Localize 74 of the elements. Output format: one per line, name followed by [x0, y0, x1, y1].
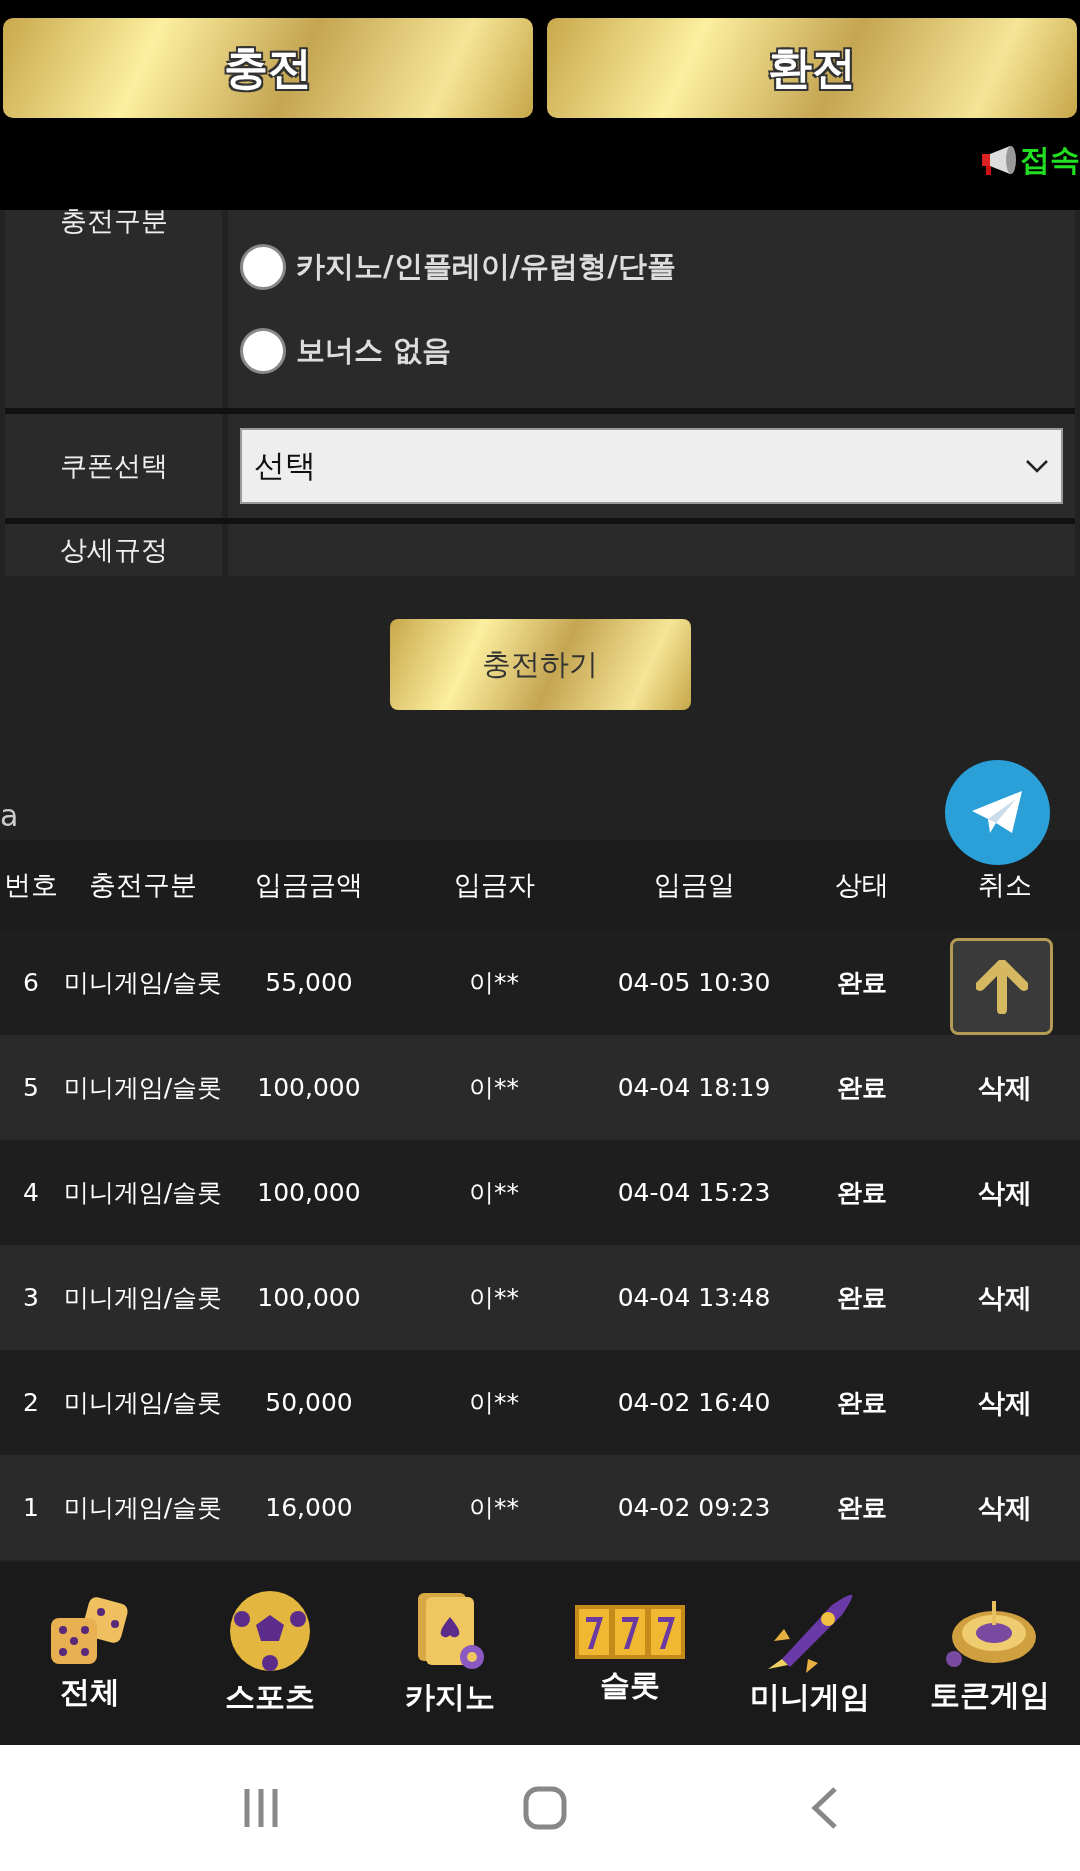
radio-circle[interactable]: [240, 244, 286, 290]
chevron-down-icon: [1025, 459, 1049, 473]
column-header: 번호: [3, 868, 59, 902]
arrow-up-icon: [975, 959, 1028, 1014]
soccer-ball-icon: [228, 1589, 312, 1673]
table-cell-text: 5: [22, 1073, 40, 1102]
field-label: 상세규정: [59, 533, 168, 567]
radio-option[interactable]: 카지노/인플레이/유럽형/단폴: [240, 244, 1063, 290]
table-cell-text: 이**: [468, 967, 520, 999]
nav-item[interactable]: 미니게임: [720, 1589, 900, 1718]
table-cell-text: 완료: [835, 1282, 888, 1314]
back-icon[interactable]: [809, 1786, 839, 1830]
table-cell-text: 이**: [468, 1492, 520, 1524]
table-cell-text: 이**: [468, 1282, 520, 1314]
table-cell-text: 04-04 18:19: [616, 1073, 772, 1102]
table-cell-text: 100,000: [256, 1283, 362, 1312]
nav-item[interactable]: 전체: [0, 1594, 180, 1713]
notice-text: 접속: [1020, 140, 1080, 179]
field-label: 쿠폰선택: [59, 449, 168, 483]
table-cell-text: 04-05 10:30: [616, 968, 772, 997]
table-cell-text: 04-04 13:48: [616, 1283, 772, 1312]
table-cell-text: 04-02 16:40: [616, 1388, 772, 1417]
table-cell-text: 미니게임/슬롯: [62, 967, 224, 999]
delete-button[interactable]: 삭제: [971, 1383, 1038, 1422]
nav-item[interactable]: 토큰게임: [900, 1591, 1080, 1716]
table-cell-text: 완료: [835, 1492, 888, 1524]
charge-button[interactable]: 충전하기: [389, 619, 691, 710]
table-cell-text: 완료: [835, 1072, 888, 1104]
table-cell-text: 미니게임/슬롯: [62, 1492, 224, 1524]
nav-item[interactable]: 스포츠: [180, 1589, 360, 1718]
scroll-top-button[interactable]: [950, 938, 1053, 1035]
megaphone-icon: [980, 144, 1018, 176]
table-cell-text: 미니게임/슬롯: [62, 1282, 224, 1314]
section-label: a: [0, 798, 19, 835]
column-header: 입금금액: [254, 868, 364, 902]
nav-item[interactable]: 슬롯: [540, 1601, 720, 1706]
table-cell-text: 100,000: [256, 1073, 362, 1102]
column-header: 입금일: [652, 868, 736, 902]
table-cell-text: 6: [22, 968, 40, 997]
delete-button[interactable]: 삭제: [971, 1488, 1038, 1527]
radio-option[interactable]: 보너스 없음: [240, 328, 1063, 374]
radio-circle[interactable]: [240, 328, 286, 374]
table-cell-text: 50,000: [264, 1388, 354, 1417]
table-cell-text: 이**: [468, 1177, 520, 1209]
field-label: 충전구분: [59, 210, 168, 232]
home-icon[interactable]: [523, 1786, 567, 1830]
table-cell-text: 2: [22, 1388, 40, 1417]
table-cell-text: 3: [22, 1283, 40, 1312]
column-header: 상태: [833, 868, 890, 902]
table-cell-text: 미니게임/슬롯: [62, 1387, 224, 1419]
table-cell-text: 완료: [835, 1177, 888, 1209]
table-cell-text: 100,000: [256, 1178, 362, 1207]
table-cell-text: 04-02 09:23: [616, 1493, 772, 1522]
delete-button[interactable]: 삭제: [971, 1068, 1038, 1107]
table-cell-text: 55,000: [264, 968, 354, 997]
table-cell-text: 미니게임/슬롯: [62, 1177, 224, 1209]
delete-button[interactable]: 삭제: [971, 1278, 1038, 1317]
radio-label: 카지노/인플레이/유럽형/단폴: [296, 248, 676, 285]
table-cell-text: 16,000: [264, 1493, 354, 1522]
table-cell-text: 완료: [835, 1387, 888, 1419]
column-header: 충전구분: [88, 868, 198, 902]
coupon-select[interactable]: 선택: [240, 428, 1063, 504]
column-header: 입금자: [452, 868, 536, 902]
delete-button[interactable]: 삭제: [971, 1173, 1038, 1212]
table-cell-text: 완료: [835, 967, 888, 999]
table-cell-text: 4: [22, 1178, 40, 1207]
radio-label: 보너스 없음: [296, 332, 452, 369]
column-header: 취소: [976, 868, 1033, 902]
table-cell-text: 1: [22, 1493, 40, 1522]
table-cell-text: 04-04 15:23: [616, 1178, 772, 1207]
table-cell-text: 이**: [468, 1072, 520, 1104]
table-cell-text: 이**: [468, 1387, 520, 1419]
table-cell-text: 미니게임/슬롯: [62, 1072, 224, 1104]
nav-item[interactable]: 카지노: [360, 1589, 540, 1718]
